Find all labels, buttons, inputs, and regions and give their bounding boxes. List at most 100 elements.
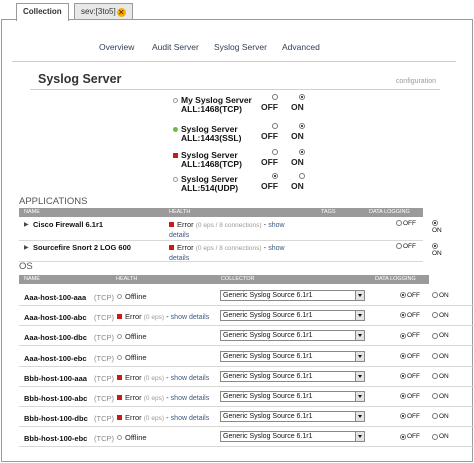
collector-select[interactable]: Generic Syslog Source 6.1r1 — [220, 350, 365, 362]
collector-select[interactable]: Generic Syslog Source 6.1r1 — [220, 290, 365, 301]
table-row: Bbb-host-100-ebc (TCP) Offline Generic Sysl… — [19, 427, 474, 448]
health-cell: Offline — [117, 353, 147, 362]
off-radio[interactable] — [272, 149, 278, 155]
on-radio[interactable] — [432, 413, 438, 420]
dropdown-arrow-icon[interactable] — [355, 311, 364, 321]
close-icon[interactable]: ✕ — [116, 8, 126, 17]
table-row: Aaa-host-100-abc (TCP) Error (0 eps) - sho… — [19, 306, 474, 327]
logging-off-option[interactable]: OFF — [400, 292, 420, 299]
on-radio[interactable] — [432, 220, 438, 227]
off-radio[interactable] — [400, 393, 406, 400]
os-label: OS — [19, 261, 33, 272]
off-radio[interactable] — [400, 352, 406, 359]
collector-select[interactable]: Generic Syslog Source 6.1r1 — [220, 391, 365, 402]
expand-arrow-icon[interactable]: ▶ — [24, 221, 29, 228]
off-radio[interactable] — [272, 94, 278, 100]
off-radio[interactable] — [400, 373, 406, 380]
logging-off-option[interactable]: OFF — [400, 373, 420, 380]
logging-on-option[interactable]: ON — [432, 413, 449, 420]
off-label: OFF — [407, 292, 420, 299]
dropdown-arrow-icon[interactable] — [355, 331, 364, 341]
dropdown-arrow-icon[interactable] — [355, 371, 364, 381]
dropdown-arrow-icon[interactable] — [355, 432, 364, 442]
logging-on-option[interactable]: ON — [432, 243, 442, 257]
off-radio[interactable] — [400, 332, 406, 339]
on-radio[interactable] — [432, 352, 438, 359]
off-radio[interactable] — [400, 433, 406, 440]
on-radio[interactable] — [299, 173, 305, 179]
show-details-link[interactable]: show details — [171, 314, 210, 321]
off-label: OFF — [407, 332, 420, 340]
on-radio[interactable] — [299, 123, 305, 129]
section-title: Syslog Server — [38, 72, 122, 86]
logging-on-option[interactable]: ON — [432, 373, 449, 380]
configuration-link[interactable]: configuration — [396, 78, 436, 85]
health-detail: (0 eps / 8 connections) — [195, 245, 262, 252]
dropdown-arrow-icon[interactable] — [355, 392, 364, 401]
on-radio[interactable] — [432, 393, 438, 400]
off-label: OFF — [407, 433, 420, 441]
on-radio[interactable] — [299, 94, 305, 100]
off-label: OFF — [407, 312, 420, 320]
collector-value: Generic Syslog Source 6.1r1 — [223, 413, 313, 421]
logging-off-option[interactable]: OFF — [400, 353, 420, 360]
on-radio[interactable] — [432, 312, 438, 319]
logging-off-option[interactable]: OFF — [400, 332, 420, 339]
logging-off-option[interactable]: OFF — [400, 433, 420, 440]
protocol-label: (TCP) — [94, 333, 114, 343]
off-radio[interactable] — [396, 220, 402, 227]
off-radio[interactable] — [400, 312, 406, 319]
logging-on-option[interactable]: ON — [432, 433, 449, 440]
tab-sev[interactable]: sev:[3to5] ✕ — [74, 3, 133, 20]
collector-select[interactable]: Generic Syslog Source 6.1r1 — [220, 370, 365, 382]
logging-on-option[interactable]: ON — [432, 220, 442, 234]
header-name: NAME — [24, 209, 40, 215]
collector-select[interactable]: Generic Syslog Source 6.1r1 — [220, 310, 365, 322]
health-status: Offline — [125, 352, 147, 362]
show-details-link[interactable]: show details — [171, 375, 210, 382]
collector-select[interactable]: Generic Syslog Source 6.1r1 — [220, 431, 365, 443]
nav-audit-server[interactable]: Audit Server — [152, 42, 199, 52]
health-status: Error — [125, 372, 142, 382]
on-radio[interactable] — [432, 433, 438, 440]
expand-arrow-icon[interactable]: ▶ — [24, 244, 29, 251]
logging-off-option[interactable]: OFF — [400, 312, 420, 319]
logging-off-option[interactable]: OFF — [400, 393, 420, 400]
on-radio[interactable] — [432, 373, 438, 380]
host-name: Aaa-host-100-ebc — [24, 353, 87, 363]
off-label: OFF — [261, 131, 278, 141]
host-name: Bbb-host-100-dbc — [24, 414, 88, 424]
logging-on-option[interactable]: ON — [432, 353, 449, 360]
tab-collection[interactable]: Collection — [16, 3, 69, 21]
collector-select[interactable]: Generic Syslog Source 6.1r1 — [220, 411, 365, 423]
on-radio[interactable] — [432, 292, 438, 299]
show-details-link[interactable]: show details — [171, 395, 210, 402]
logging-on-option[interactable]: ON — [432, 393, 449, 400]
on-radio[interactable] — [432, 332, 438, 339]
table-row: ▶ Cisco Firewall 6.1r1 Error (0 eps / 8 co… — [19, 219, 442, 241]
show-details-link[interactable]: show details — [171, 415, 210, 422]
logging-on-option[interactable]: ON — [432, 332, 449, 339]
on-radio[interactable] — [432, 243, 438, 250]
logging-off-option[interactable]: OFF — [400, 413, 420, 420]
logging-on-option[interactable]: ON — [432, 312, 449, 319]
off-radio[interactable] — [400, 292, 406, 299]
collector-select[interactable]: Generic Syslog Source 6.1r1 — [220, 330, 365, 342]
nav-advanced[interactable]: Advanced — [282, 42, 320, 52]
logging-off-option[interactable]: OFF — [396, 243, 416, 250]
off-radio[interactable] — [400, 413, 406, 420]
nav-overview[interactable]: Overview — [99, 42, 134, 52]
nav-syslog-server[interactable]: Syslog Server — [214, 42, 267, 52]
os-header: NAME HEALTH COLLECTOR DATA LOGGING — [19, 275, 429, 284]
dropdown-arrow-icon[interactable] — [355, 291, 364, 300]
logging-on-option[interactable]: ON — [432, 292, 449, 299]
header-tags: TAGS — [321, 209, 336, 215]
health-cell: Error (0 eps) - show details — [117, 373, 209, 382]
on-radio[interactable] — [299, 149, 305, 155]
off-radio[interactable] — [272, 173, 278, 179]
off-radio[interactable] — [272, 123, 278, 129]
off-radio[interactable] — [396, 243, 402, 250]
dropdown-arrow-icon[interactable] — [355, 351, 364, 361]
logging-off-option[interactable]: OFF — [396, 220, 416, 227]
dropdown-arrow-icon[interactable] — [355, 412, 364, 422]
